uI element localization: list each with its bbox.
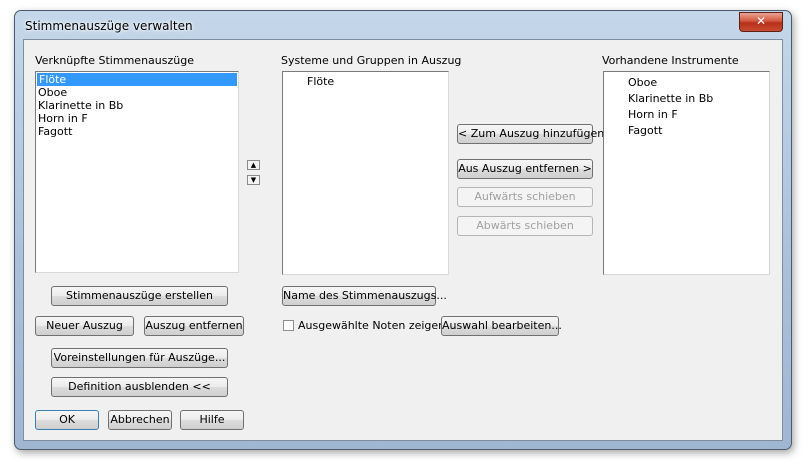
list-item[interactable]: Horn in F [626, 107, 769, 123]
hide-definition-button[interactable]: Definition ausblenden << [51, 377, 228, 397]
remove-part-button[interactable]: Auszug entfernen [144, 316, 244, 336]
list-item[interactable]: Klarinette in Bb [626, 91, 769, 107]
window-title: Stimmenauszüge verwalten [25, 19, 193, 33]
show-selected-notes-label: Ausgewählte Noten zeigen [298, 319, 446, 332]
dialog-client-area: Verknüpfte Stimmenauszüge Flöte Oboe Kla… [23, 39, 783, 441]
available-instruments-label: Vorhandene Instrumente [602, 54, 739, 67]
show-selected-notes-checkbox[interactable] [283, 320, 294, 331]
part-name-button[interactable]: Name des Stimmenauszugs... [282, 286, 447, 306]
list-item[interactable]: Oboe [626, 75, 769, 91]
ok-button[interactable]: OK [35, 410, 99, 430]
list-item[interactable]: Fagott [36, 125, 238, 138]
move-up-button[interactable]: Aufwärts schieben [457, 187, 593, 207]
create-parts-button[interactable]: Stimmenauszüge erstellen [51, 286, 228, 306]
move-part-down-button[interactable]: ▼ [247, 175, 260, 185]
remove-from-part-button[interactable]: Aus Auszug entfernen > [457, 159, 593, 179]
move-down-button[interactable]: Abwärts schieben [457, 216, 593, 236]
new-part-button[interactable]: Neuer Auszug [35, 316, 134, 336]
linked-parts-label: Verknüpfte Stimmenauszüge [35, 54, 194, 67]
list-item[interactable]: Flöte [37, 73, 237, 86]
close-icon: ✕ [755, 14, 767, 28]
add-to-part-button[interactable]: < Zum Auszug hinzufügen [457, 124, 604, 144]
list-item[interactable]: Klarinette in Bb [36, 99, 238, 112]
systems-in-part-list[interactable]: Flöte [282, 71, 449, 275]
list-item[interactable]: Horn in F [36, 112, 238, 125]
list-item[interactable]: Fagott [626, 123, 769, 139]
systems-in-part-label: Systeme und Gruppen in Auszug [281, 54, 462, 67]
list-item[interactable]: Oboe [36, 86, 238, 99]
list-item[interactable]: Flöte [305, 75, 448, 88]
edit-selection-button[interactable]: Auswahl bearbeiten... [441, 316, 562, 336]
help-button[interactable]: Hilfe [180, 410, 244, 430]
arrow-up-icon: ▲ [250, 161, 257, 169]
arrow-down-icon: ▼ [250, 176, 257, 184]
linked-parts-list[interactable]: Flöte Oboe Klarinette in Bb Horn in F Fa… [35, 71, 239, 273]
move-part-up-button[interactable]: ▲ [247, 160, 260, 170]
dialog-window: Stimmenauszüge verwalten ✕ Verknüpfte St… [14, 10, 792, 450]
close-button[interactable]: ✕ [739, 12, 783, 32]
available-instruments-list[interactable]: Oboe Klarinette in Bb Horn in F Fagott [603, 71, 770, 275]
cancel-button[interactable]: Abbrechen [108, 410, 172, 430]
part-settings-button[interactable]: Voreinstellungen für Auszüge... [51, 348, 228, 368]
